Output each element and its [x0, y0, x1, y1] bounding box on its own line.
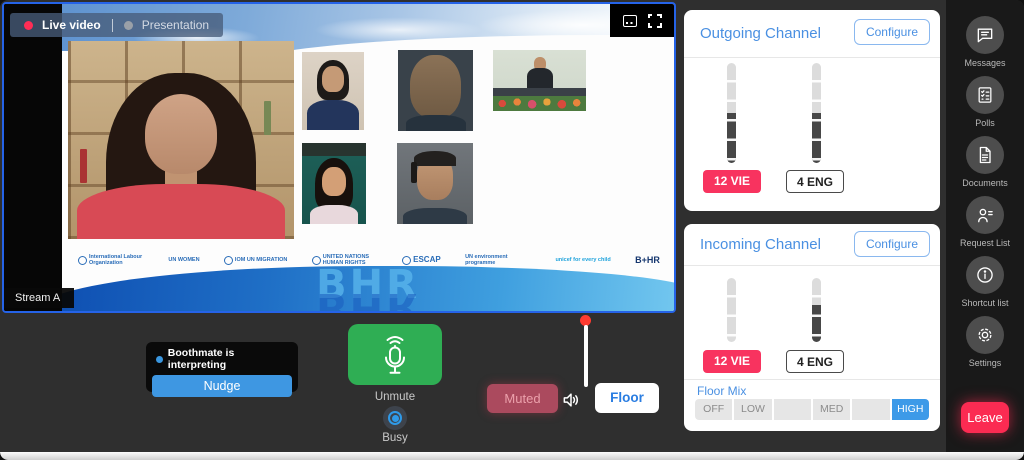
floor-mix-option-off[interactable]: OFF — [695, 399, 732, 420]
incoming-channel-panel: Incoming Channel Configure 12 VIE 4 ENG … — [684, 224, 940, 431]
participant-video-2 — [398, 50, 473, 131]
tab-live-video[interactable]: Live video — [42, 18, 101, 32]
floor-button[interactable]: Floor — [595, 383, 659, 413]
boothmate-status-dot-icon — [156, 356, 163, 363]
muted-button[interactable]: Muted — [487, 384, 558, 413]
participant-video-1 — [302, 52, 364, 130]
sidebar-item-settings[interactable]: Settings — [946, 316, 1024, 368]
participant-video-4 — [302, 143, 366, 224]
chat-icon — [966, 16, 1004, 54]
speaker-red-top — [77, 184, 285, 239]
request-list-icon — [966, 196, 1004, 234]
incoming-meter-vie — [727, 278, 736, 342]
tools-sidebar: Messages Polls Documents Request List Sh… — [946, 0, 1024, 452]
participant-video-5 — [397, 143, 473, 224]
logo-glyph — [312, 256, 321, 265]
leave-button[interactable]: Leave — [961, 402, 1009, 433]
logo-un-women: UN WOMEN — [168, 257, 199, 263]
logo-glyph — [78, 256, 87, 265]
logo-un-environment: UN environment programme — [465, 254, 531, 267]
busy-toggle[interactable] — [383, 406, 407, 430]
floor-mix-option-4[interactable] — [852, 399, 889, 420]
live-dot-icon — [24, 21, 33, 30]
incoming-configure-button[interactable]: Configure — [854, 231, 930, 257]
incoming-channel-title: Incoming Channel — [700, 236, 821, 253]
outgoing-channel-eng-button[interactable]: 4 ENG — [786, 170, 844, 193]
tab-separator — [112, 19, 113, 32]
outgoing-channel-vie-button[interactable]: 12 VIE — [703, 170, 761, 193]
tab-presentation[interactable]: Presentation — [142, 18, 209, 32]
logo-glyph — [402, 256, 411, 265]
outgoing-channel-panel: Outgoing Channel Configure 12 VIE 4 ENG — [684, 10, 940, 211]
window-bottom-edge — [0, 452, 1024, 460]
floor-mix-label: Floor Mix — [697, 384, 746, 398]
video-player: International Labour Organization UN WOM… — [2, 2, 676, 313]
sidebar-item-request-list[interactable]: Request List — [946, 196, 1024, 248]
logo-glyph — [224, 256, 233, 265]
interpreter-console: International Labour Organization UN WOM… — [0, 0, 1024, 460]
sidebar-item-documents[interactable]: Documents — [946, 136, 1024, 188]
outgoing-meter-eng — [812, 63, 821, 163]
main-speaker-video — [68, 41, 294, 239]
outgoing-configure-button[interactable]: Configure — [854, 19, 930, 45]
outgoing-channel-title: Outgoing Channel — [700, 25, 821, 42]
busy-label: Busy — [363, 432, 427, 444]
document-icon — [966, 136, 1004, 174]
info-icon — [966, 256, 1004, 294]
incoming-channel-eng-button[interactable]: 4 ENG — [786, 350, 844, 373]
boothmate-panel: Boothmate is interpreting Nudge — [146, 342, 298, 392]
floor-mix-segmented-control: OFF LOW MED HIGH — [695, 399, 929, 420]
fullscreen-icon[interactable] — [648, 14, 662, 28]
volume-slider-track[interactable] — [584, 325, 588, 387]
microphone-icon — [375, 331, 415, 378]
floor-mix-divider — [684, 379, 940, 380]
logo-iom: IOM UN MIGRATION — [224, 256, 287, 265]
logo-ilo: International Labour Organization — [78, 254, 144, 267]
participant-video-3 — [493, 50, 586, 111]
logo-escap: ESCAP — [402, 255, 441, 264]
video-letterbox — [4, 4, 62, 311]
floor-mix-option-high[interactable]: HIGH — [892, 399, 929, 420]
floor-mix-option-med[interactable]: MED — [813, 399, 850, 420]
boothmate-status-text: Boothmate is interpreting — [168, 347, 292, 371]
sidebar-item-messages[interactable]: Messages — [946, 16, 1024, 68]
player-view-controls — [610, 4, 674, 37]
logo-un-human-rights: UNITED NATIONS HUMAN RIGHTS — [312, 254, 378, 267]
floor-mix-option-2[interactable] — [774, 399, 811, 420]
gear-icon — [966, 316, 1004, 354]
presentation-dot-icon — [124, 21, 133, 30]
unmute-mic-button[interactable] — [348, 324, 442, 385]
sidebar-item-polls[interactable]: Polls — [946, 76, 1024, 128]
polls-icon — [966, 76, 1004, 114]
nudge-button[interactable]: Nudge — [152, 375, 292, 397]
logo-unicef: unicef for every child — [555, 257, 610, 263]
slide-wave-graphic: BHR BHR — [62, 266, 674, 311]
bhr-watermark-reflection: BHR — [62, 284, 674, 311]
speaker-face — [145, 94, 217, 173]
stream-tab-bar: Live video Presentation — [10, 13, 223, 37]
incoming-channel-vie-button[interactable]: 12 VIE — [703, 350, 761, 373]
presentation-slide: International Labour Organization UN WOM… — [62, 4, 674, 311]
sidebar-item-shortcut-list[interactable]: Shortcut list — [946, 256, 1024, 308]
busy-ring-icon — [388, 411, 402, 425]
layout-view-icon[interactable] — [623, 15, 637, 27]
logo-bhr: B+HR — [635, 255, 660, 265]
floor-mix-option-low[interactable]: LOW — [734, 399, 771, 420]
speaker-icon[interactable] — [561, 390, 581, 410]
incoming-meter-eng — [812, 278, 821, 342]
stream-name-badge: Stream A — [4, 288, 74, 308]
unmute-label: Unmute — [348, 391, 442, 403]
outgoing-meter-vie — [727, 63, 736, 163]
